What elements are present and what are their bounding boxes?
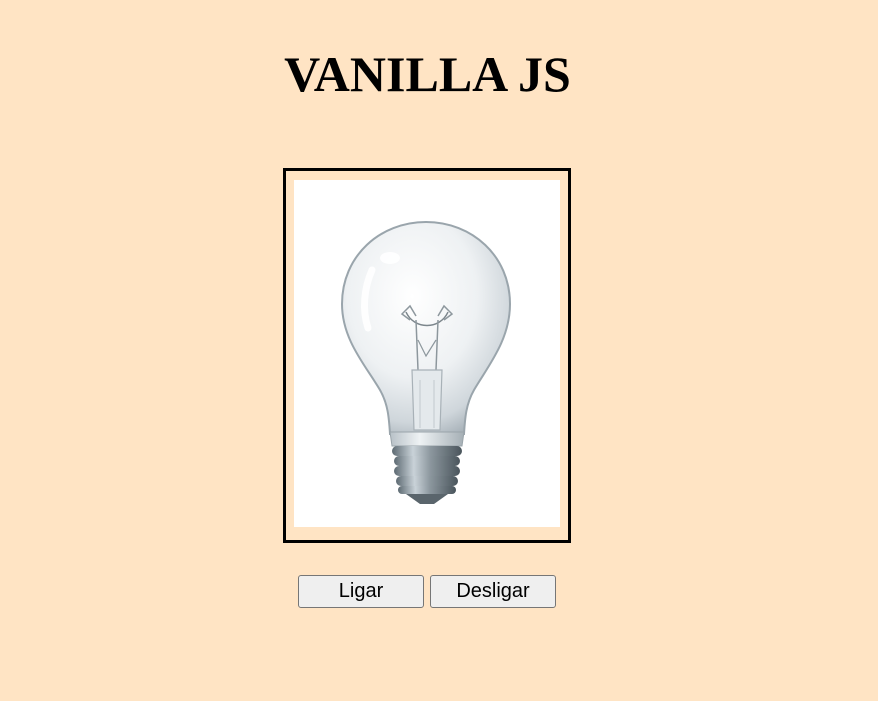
light-bulb-image [294, 180, 560, 527]
turn-on-button[interactable]: Ligar [298, 575, 424, 608]
turn-off-button[interactable]: Desligar [430, 575, 556, 608]
light-bulb-icon [340, 220, 512, 504]
lamp-frame [283, 168, 571, 543]
page-title: VANILLA JS [284, 46, 571, 102]
